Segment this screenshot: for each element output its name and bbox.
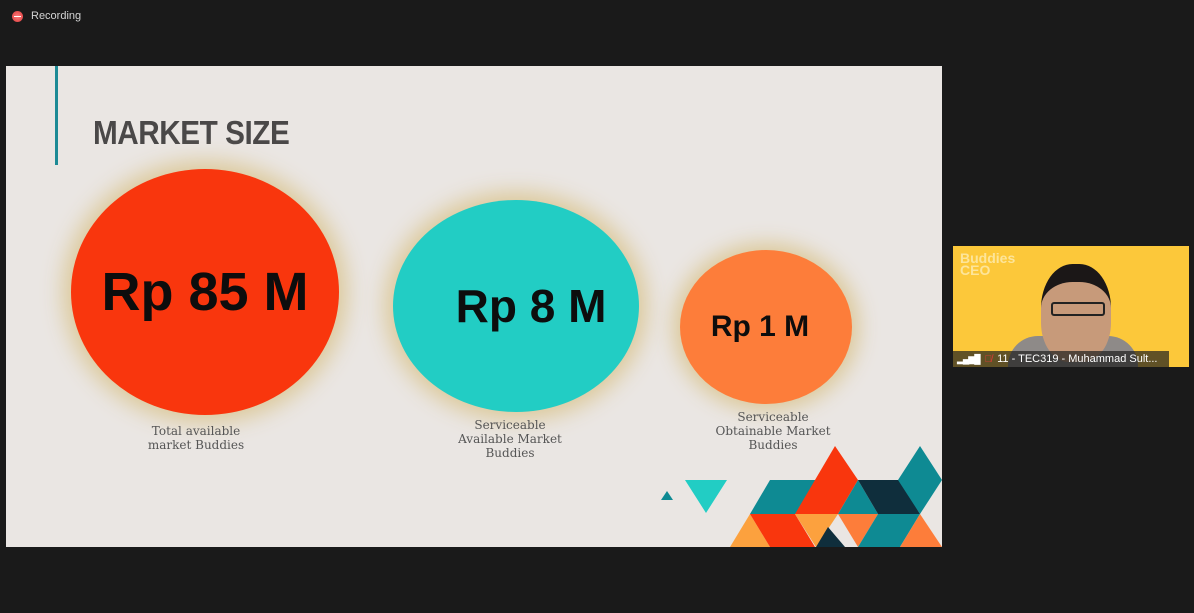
participant-name-bar: ▂▄▆█ 🎙̸ 11 - TEC319 - Muhammad Sult... (953, 351, 1169, 367)
cyan-triangle (685, 480, 727, 513)
triangle-decoration (661, 446, 942, 547)
participant-name: 11 - TEC319 - Muhammad Sult... (997, 353, 1158, 365)
mic-muted-icon: 🎙̸ (984, 353, 993, 365)
background-logo: Buddies CEO (960, 250, 1016, 278)
glasses (1051, 302, 1105, 316)
small-triangle (661, 491, 673, 500)
record-icon (12, 10, 23, 22)
signal-icon: ▂▄▆█ (957, 353, 981, 364)
participant-video[interactable]: Buddies CEO ▂▄▆█ 🎙̸ 11 - TEC319 - Muhamma… (953, 246, 1189, 367)
recording-indicator[interactable]: Recording (12, 10, 81, 22)
shared-slide: MARKET SIZE Rp 85 M Total available mark… (6, 66, 942, 547)
recording-label: Recording (31, 10, 82, 22)
